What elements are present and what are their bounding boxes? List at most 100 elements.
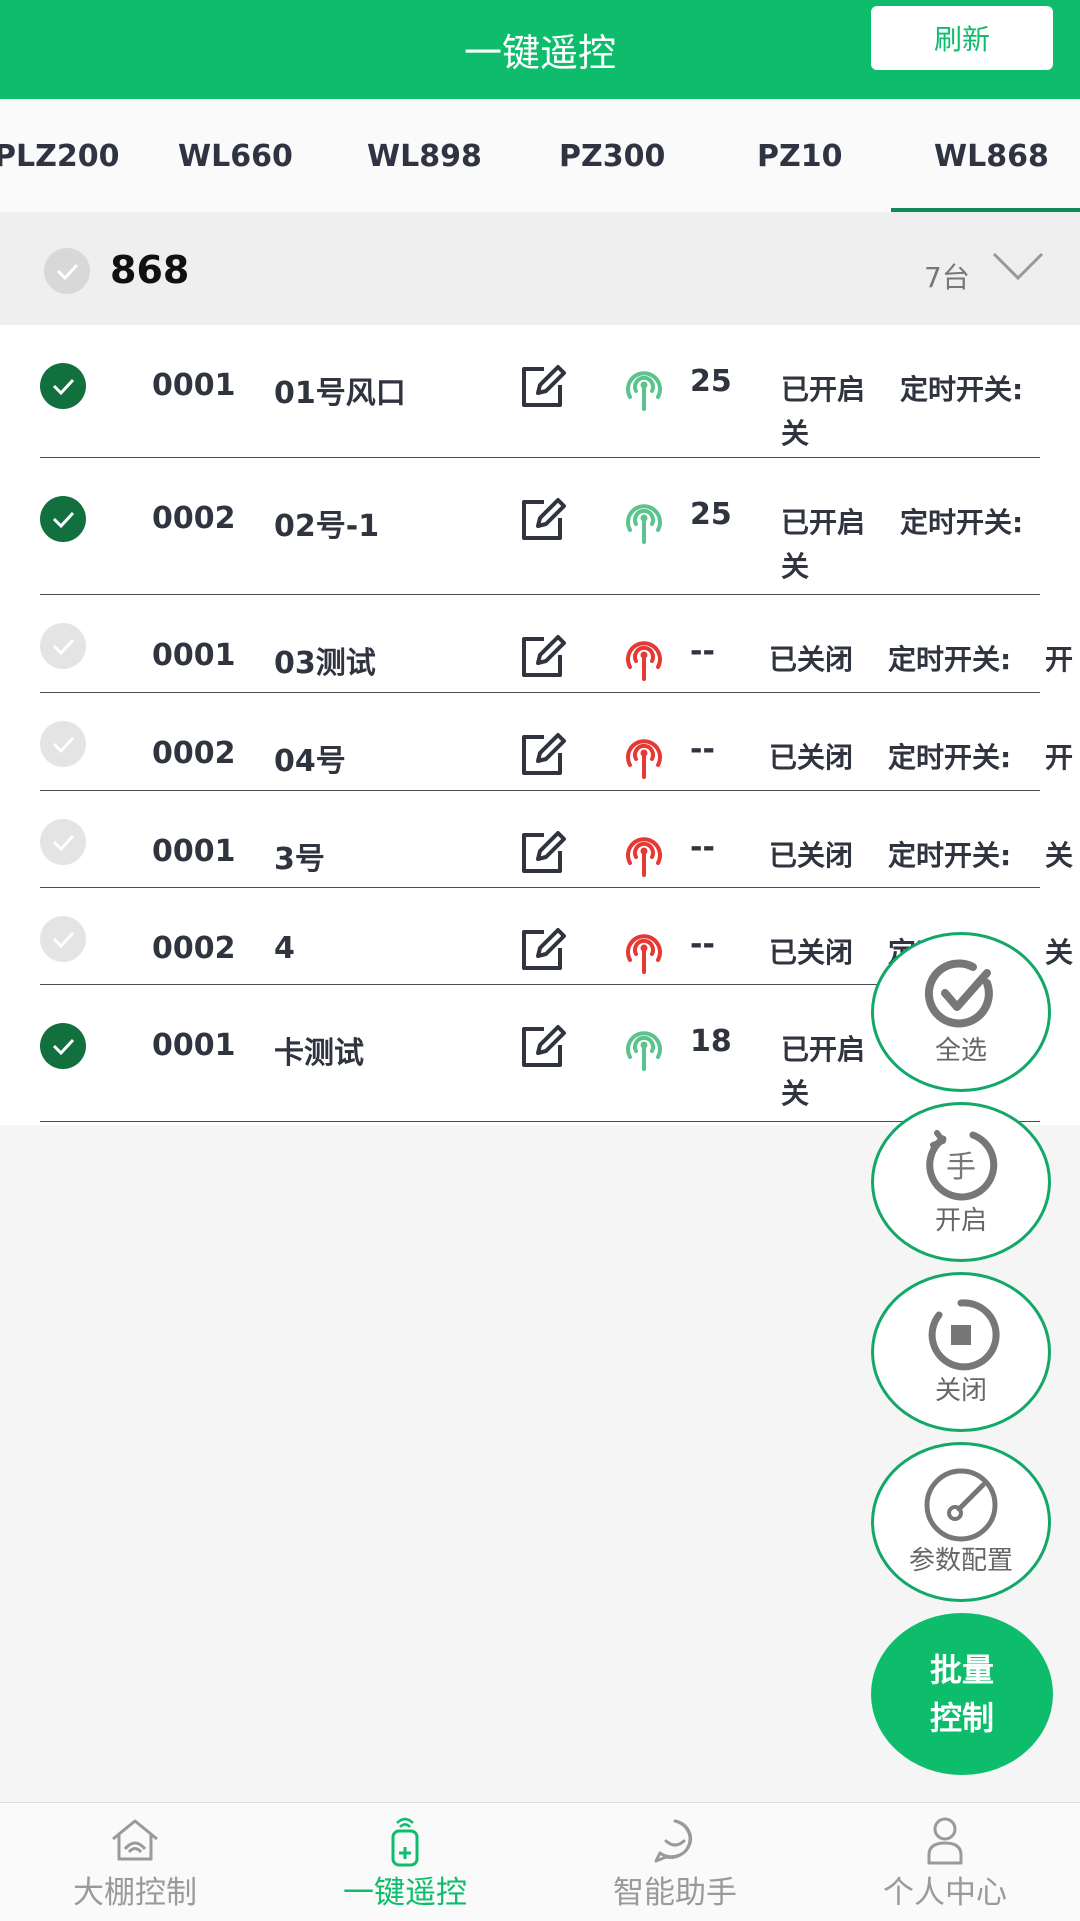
check-icon [52, 378, 75, 396]
greenhouse-icon [112, 1819, 158, 1861]
row-divider [40, 594, 1040, 595]
edit-icon[interactable] [518, 1023, 568, 1075]
device-code: 0001 [152, 1028, 236, 1063]
timer-value: 开 [1045, 643, 1074, 676]
timer-label: 定时开关: [900, 506, 1024, 539]
edit-icon[interactable] [518, 633, 568, 685]
timer-label: 定时开关: [900, 373, 1024, 406]
user-icon [927, 1817, 963, 1865]
tab-wl660[interactable]: WL660 [178, 139, 293, 174]
stop-icon [928, 1299, 1000, 1371]
device-name: 04号 [274, 744, 346, 779]
nav-smart-assistant[interactable]: 智能助手 [540, 1803, 810, 1921]
check-icon [52, 638, 75, 656]
device-code: 0002 [152, 736, 236, 771]
tab-pz300[interactable]: PZ300 [559, 139, 665, 174]
tab-wl898[interactable]: WL898 [367, 139, 482, 174]
device-status: 已关闭 [769, 936, 854, 969]
tab-plz200[interactable]: PLZ200 [0, 139, 119, 174]
open-button[interactable]: 手 开启 [871, 1102, 1051, 1262]
device-value: -- [690, 732, 715, 767]
edit-icon[interactable] [518, 496, 568, 548]
edit-icon[interactable] [518, 731, 568, 783]
close-button[interactable]: 关闭 [871, 1272, 1051, 1432]
device-status: 已开启 [781, 373, 866, 406]
timer-label: 定时开关: [888, 741, 1012, 774]
batch-control-button[interactable]: 批量 控制 [871, 1613, 1053, 1775]
close-label: 关闭 [934, 1376, 987, 1406]
device-value: -- [690, 634, 715, 669]
device-checkbox[interactable] [40, 623, 86, 669]
gauge-icon [924, 1468, 998, 1542]
device-value: -- [690, 927, 715, 962]
device-value: 18 [690, 1024, 732, 1059]
nav-personal-center-label: 个人中心 [883, 1875, 1007, 1911]
top-bar: 一键遥控 刷新 [0, 0, 1080, 99]
timer-value: 关 [1045, 936, 1074, 969]
timer-value: 关 [781, 550, 810, 583]
check-icon [52, 931, 75, 949]
remote-icon [391, 1817, 419, 1867]
nav-remote-control-label: 一键遥控 [343, 1875, 467, 1911]
device-checkbox[interactable] [40, 363, 86, 409]
tab-wl868[interactable]: WL868 [934, 139, 1049, 174]
bottom-navigation: 大棚控制 一键遥控 智能助手 个人中心 [0, 1802, 1080, 1921]
device-status: 已开启 [781, 506, 866, 539]
device-checkbox[interactable] [40, 496, 86, 542]
edit-icon[interactable] [518, 926, 568, 978]
refresh-button[interactable]: 刷新 [871, 6, 1053, 70]
timer-value: 关 [781, 417, 810, 450]
device-status: 已关闭 [769, 741, 854, 774]
device-name: 02号-1 [274, 509, 380, 544]
edit-icon[interactable] [518, 363, 568, 415]
row-divider [40, 1121, 1040, 1122]
tab-pz10[interactable]: PZ10 [757, 139, 843, 174]
signal-bad-icon [618, 731, 670, 785]
device-status: 已开启 [781, 1033, 866, 1066]
select-all-label: 全选 [934, 1036, 987, 1066]
device-checkbox[interactable] [40, 916, 86, 962]
signal-good-icon [618, 496, 670, 550]
device-code: 0001 [152, 368, 236, 403]
chevron-down-icon[interactable] [990, 248, 1046, 292]
device-name: 01号风口 [274, 376, 406, 411]
manual-refresh-icon: 手 [926, 1130, 998, 1201]
device-name: 卡测试 [274, 1036, 364, 1071]
device-checkbox[interactable] [40, 1023, 86, 1069]
device-status: 已关闭 [769, 839, 854, 872]
parameter-config-button[interactable]: 参数配置 [871, 1442, 1051, 1602]
check-icon [52, 736, 75, 754]
row-divider [40, 692, 1040, 693]
device-checkbox[interactable] [40, 721, 86, 767]
chat-icon [654, 1819, 693, 1863]
device-value: 25 [690, 364, 732, 399]
device-checkbox[interactable] [40, 819, 86, 865]
group-device-count: 7台 [924, 261, 970, 294]
signal-good-icon [618, 1023, 670, 1077]
select-all-button[interactable]: 全选 [871, 932, 1051, 1092]
nav-remote-control[interactable]: 一键遥控 [270, 1803, 540, 1921]
timer-label: 定时开关: [888, 839, 1012, 872]
device-name: 03测试 [274, 646, 376, 681]
timer-value: 开 [1045, 741, 1074, 774]
nav-personal-center[interactable]: 个人中心 [810, 1803, 1080, 1921]
row-divider [40, 457, 1040, 458]
check-circle-icon [924, 959, 993, 1028]
device-code: 0002 [152, 501, 236, 536]
device-type-tabs: PLZ200 WL660 WL898 PZ300 PZ10 WL868 [0, 99, 1080, 212]
row-divider [40, 887, 1040, 888]
batch-control-label-line2: 控制 [929, 1699, 994, 1737]
check-icon [52, 834, 75, 852]
open-label: 开启 [934, 1206, 987, 1236]
device-value: -- [690, 830, 715, 865]
edit-icon[interactable] [518, 829, 568, 881]
group-select-checkbox[interactable] [44, 248, 90, 294]
device-value: 25 [690, 497, 732, 532]
signal-bad-icon [618, 829, 670, 883]
nav-greenhouse-control[interactable]: 大棚控制 [0, 1803, 270, 1921]
signal-bad-icon [618, 926, 670, 980]
timer-label: 定时开关: [888, 643, 1012, 676]
batch-control-label-line1: 批量 [929, 1651, 994, 1689]
row-divider [40, 790, 1040, 791]
device-code: 0001 [152, 638, 236, 673]
